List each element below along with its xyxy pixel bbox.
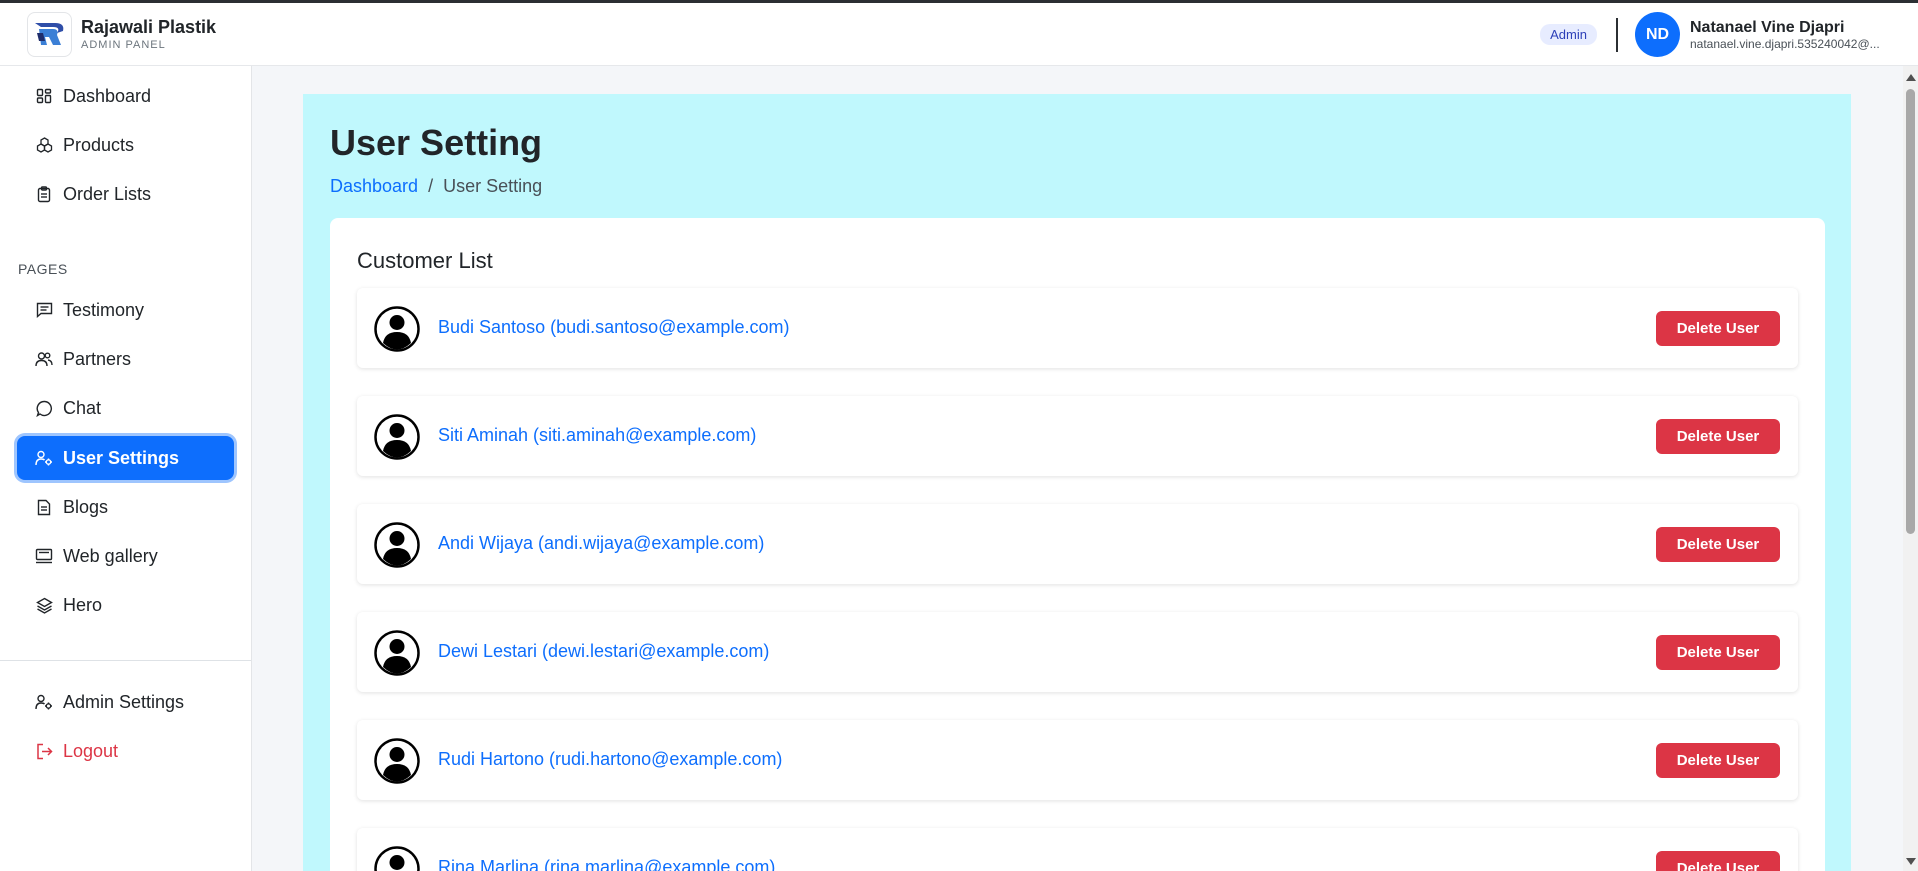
card-title: Customer List	[357, 248, 493, 273]
customer-row: Rina Marlina (rina.marlina@example.com) …	[357, 828, 1798, 871]
user-avatar-icon	[374, 630, 420, 676]
sidebar-item-web-gallery[interactable]: Web gallery	[17, 534, 234, 578]
sidebar: Dashboard Products Order Lists PAGES Tes…	[0, 66, 252, 871]
chat-icon	[35, 399, 53, 417]
brand-name: Rajawali Plastik	[81, 17, 217, 37]
delete-user-button[interactable]: Delete User	[1656, 743, 1780, 778]
breadcrumb-link-dashboard[interactable]: Dashboard	[330, 176, 418, 197]
customer-link[interactable]: Rudi Hartono (rudi.hartono@example.com)	[438, 749, 782, 770]
user-avatar[interactable]: ND	[1635, 12, 1680, 57]
customer-row: Andi Wijaya (andi.wijaya@example.com) De…	[357, 504, 1798, 584]
clipboard-icon	[35, 185, 53, 203]
sidebar-item-label: Partners	[63, 348, 132, 369]
user-gear-icon	[35, 693, 53, 711]
breadcrumb: Dashboard / User Setting	[330, 176, 542, 197]
delete-user-button[interactable]: Delete User	[1656, 419, 1780, 454]
sidebar-item-label: Logout	[63, 740, 119, 761]
sidebar-item-label: User Settings	[63, 447, 180, 468]
sidebar-item-label: Blogs	[63, 496, 109, 517]
delete-user-button[interactable]: Delete User	[1656, 311, 1780, 346]
boxes-icon	[35, 136, 53, 154]
user-avatar-icon	[374, 522, 420, 568]
user-email: natanael.vine.djapri.535240042@...	[1690, 36, 1880, 51]
layers-icon	[35, 596, 53, 614]
role-badge: Admin	[1540, 24, 1597, 45]
customer-link[interactable]: Budi Santoso (budi.santoso@example.com)	[438, 317, 789, 338]
people-icon	[35, 350, 53, 368]
sidebar-item-label: Products	[63, 134, 135, 155]
sidebar-item-label: Web gallery	[63, 545, 158, 566]
breadcrumb-current: User Setting	[443, 176, 543, 196]
user-avatar-icon	[374, 306, 420, 352]
sidebar-item-partners[interactable]: Partners	[17, 337, 234, 381]
delete-user-button[interactable]: Delete User	[1656, 851, 1780, 871]
sidebar-item-products[interactable]: Products	[17, 123, 234, 167]
sidebar-item-order-lists[interactable]: Order Lists	[17, 172, 234, 216]
user-avatar-icon	[374, 846, 420, 871]
gallery-icon	[35, 547, 53, 565]
header-divider	[1616, 17, 1618, 52]
delete-user-button[interactable]: Delete User	[1656, 635, 1780, 670]
sidebar-item-label: Admin Settings	[63, 691, 185, 712]
sidebar-item-chat[interactable]: Chat	[17, 386, 234, 430]
logout-icon	[35, 742, 53, 760]
user-avatar-icon	[374, 738, 420, 784]
sidebar-item-admin-settings[interactable]: Admin Settings	[17, 680, 234, 724]
scrollbar-thumb[interactable]	[1906, 89, 1915, 534]
customer-link[interactable]: Dewi Lestari (dewi.lestari@example.com)	[438, 641, 769, 662]
customer-link[interactable]: Siti Aminah (siti.aminah@example.com)	[438, 425, 756, 446]
sidebar-item-user-settings[interactable]: User Settings	[17, 436, 234, 480]
sidebar-item-blogs[interactable]: Blogs	[17, 485, 234, 529]
user-avatar-icon	[374, 414, 420, 460]
customer-row: Dewi Lestari (dewi.lestari@example.com) …	[357, 612, 1798, 692]
sidebar-item-dashboard[interactable]: Dashboard	[17, 74, 234, 118]
content-panel: User Setting Dashboard / User Setting Cu…	[303, 94, 1851, 871]
customer-link[interactable]: Andi Wijaya (andi.wijaya@example.com)	[438, 533, 764, 554]
sidebar-item-testimony[interactable]: Testimony	[17, 288, 234, 332]
sidebar-item-hero[interactable]: Hero	[17, 583, 234, 627]
customer-row: Budi Santoso (budi.santoso@example.com) …	[357, 288, 1798, 368]
sidebar-item-label: Dashboard	[63, 85, 152, 106]
delete-user-button[interactable]: Delete User	[1656, 527, 1780, 562]
section-label-pages: PAGES	[18, 261, 68, 277]
customer-list-card: Customer List Budi Santoso (budi.santoso…	[330, 218, 1825, 871]
scroll-up-arrow-icon[interactable]	[1906, 74, 1916, 81]
sidebar-item-label: Hero	[63, 594, 103, 615]
sidebar-item-label: Testimony	[63, 299, 145, 320]
user-profile[interactable]: Natanael Vine Djapri natanael.vine.djapr…	[1690, 18, 1890, 52]
brand[interactable]: Rajawali Plastik ADMIN PANEL	[27, 11, 217, 57]
page-scrollbar[interactable]	[1903, 66, 1918, 871]
brand-logo-icon	[27, 11, 72, 57]
breadcrumb-separator: /	[428, 176, 434, 196]
brand-subtitle: ADMIN PANEL	[81, 39, 166, 51]
scroll-down-arrow-icon[interactable]	[1906, 858, 1916, 865]
message-icon	[35, 301, 53, 319]
user-gear-icon	[35, 449, 53, 467]
user-name: Natanael Vine Djapri	[1690, 18, 1845, 36]
document-icon	[35, 498, 53, 516]
customer-row: Rudi Hartono (rudi.hartono@example.com) …	[357, 720, 1798, 800]
top-header: Rajawali Plastik ADMIN PANEL Admin ND Na…	[0, 3, 1918, 66]
customer-row: Siti Aminah (siti.aminah@example.com) De…	[357, 396, 1798, 476]
page-title: User Setting	[330, 122, 543, 163]
sidebar-item-logout[interactable]: Logout	[17, 729, 234, 773]
sidebar-item-label: Order Lists	[63, 183, 152, 204]
sidebar-item-label: Chat	[63, 397, 102, 418]
grid-icon	[35, 87, 53, 105]
sidebar-divider	[0, 660, 251, 661]
customer-link[interactable]: Rina Marlina (rina.marlina@example.com)	[438, 857, 775, 871]
